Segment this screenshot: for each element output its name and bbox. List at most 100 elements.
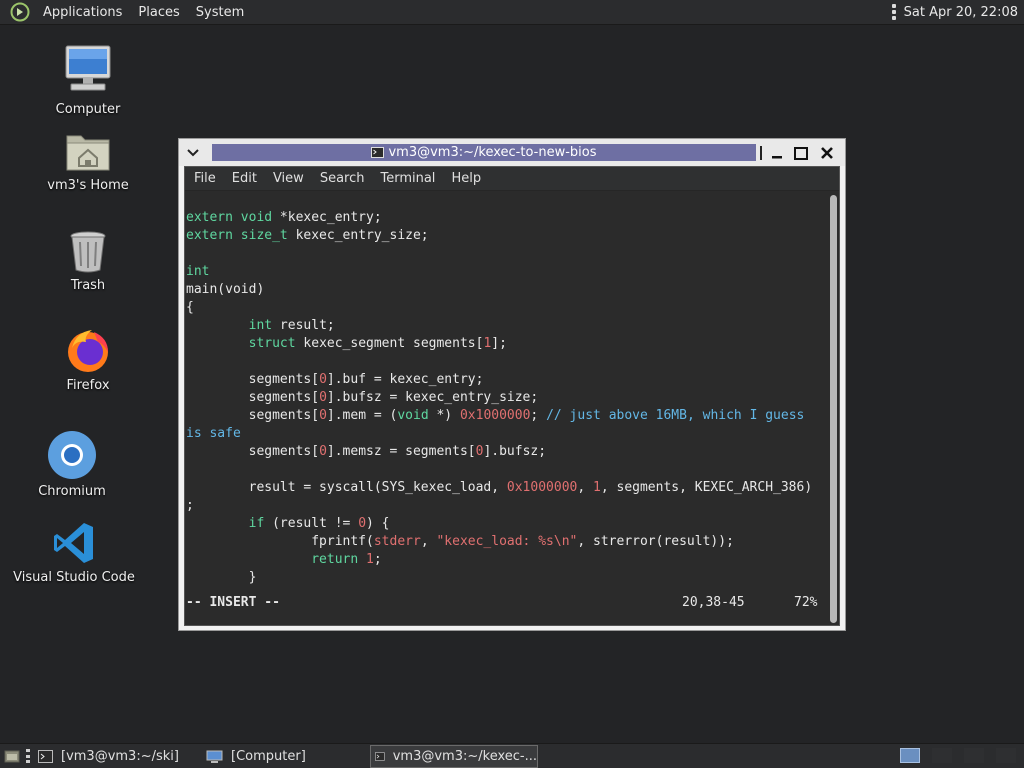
- system-menu[interactable]: System: [188, 0, 252, 25]
- code-token: int: [186, 264, 210, 279]
- mate-logo-icon[interactable]: [10, 2, 30, 22]
- code-token: // just above 16MB, which I guess: [546, 408, 805, 423]
- workspace-1-icon[interactable]: [900, 748, 920, 763]
- titlebar-separator: [757, 143, 765, 163]
- workspace-2-icon[interactable]: [932, 748, 952, 763]
- code-line: result = syscall(SYS_kexec_load, 0x10000…: [185, 479, 828, 497]
- window-title-bar[interactable]: vm3@vm3:~/kexec-to-new-bios: [212, 144, 756, 161]
- terminal-icon: [375, 752, 385, 761]
- desktop-icon-vscode[interactable]: Visual Studio Code: [13, 520, 135, 585]
- terminal-window: vm3@vm3:~/kexec-to-new-bios File Edit Vi…: [178, 138, 846, 631]
- window-title: vm3@vm3:~/kexec-to-new-bios: [388, 145, 597, 160]
- minimize-button[interactable]: [767, 143, 787, 163]
- vim-mode: -- INSERT --: [186, 595, 280, 610]
- code-token: {: [186, 300, 194, 315]
- menu-file[interactable]: File: [185, 167, 224, 191]
- code-token: ].bufsz = kexec_entry_size;: [326, 390, 539, 405]
- code-token: result;: [272, 318, 335, 333]
- scrollbar-thumb[interactable]: [830, 195, 837, 623]
- code-token: ;: [530, 408, 547, 423]
- workspace-3-icon[interactable]: [964, 748, 984, 763]
- code-line: struct kexec_segment segments[1];: [185, 335, 828, 353]
- code-line: extern void *kexec_entry;: [185, 209, 828, 227]
- task-terminal-ski[interactable]: [vm3@vm3:~/ski]: [38, 745, 198, 768]
- places-menu[interactable]: Places: [130, 0, 187, 25]
- terminal-body: File Edit View Search Terminal Help exte…: [184, 166, 840, 626]
- code-line: segments[0].mem = (void *) 0x1000000; //…: [185, 407, 828, 425]
- code-token: segments[: [186, 390, 320, 405]
- code-token: segments[: [186, 408, 320, 423]
- titlebar[interactable]: vm3@vm3:~/kexec-to-new-bios: [179, 139, 845, 166]
- code-token: , strerror(result));: [577, 534, 734, 549]
- code-token: extern size_t: [186, 228, 288, 243]
- minimize-icon: [772, 156, 782, 159]
- code-line: int: [185, 263, 828, 281]
- desktop-icon-computer[interactable]: Computer: [28, 44, 148, 117]
- panel-handle-icon[interactable]: [891, 4, 896, 20]
- code-token: ].buf = kexec_entry;: [326, 372, 484, 387]
- taskbar-handle-icon[interactable]: [26, 749, 30, 763]
- code-token: ) {: [366, 516, 390, 531]
- code-line: return 1;: [185, 551, 828, 569]
- code-token: kexec_entry_size;: [287, 228, 429, 243]
- code-token: ];: [491, 336, 507, 351]
- code-token: %s\n: [538, 534, 570, 549]
- code-token: ;: [373, 552, 382, 567]
- desktop-icon-chromium[interactable]: Chromium: [12, 430, 132, 499]
- code-line: extern size_t kexec_entry_size;: [185, 227, 828, 245]
- code-token: if: [248, 516, 265, 531]
- bottom-panel: [vm3@vm3:~/ski] [Computer] vm3@vm3:~/kex…: [0, 743, 1024, 768]
- code-line: }: [185, 569, 828, 587]
- show-desktop-icon[interactable]: [4, 748, 20, 764]
- code-line: {: [185, 299, 828, 317]
- code-token: segments[: [186, 444, 320, 459]
- desktop-icon-label: Visual Studio Code: [13, 570, 135, 585]
- code-line: segments[0].bufsz = kexec_entry_size;: [185, 389, 828, 407]
- task-computer[interactable]: [Computer]: [206, 745, 366, 768]
- maximize-button[interactable]: [791, 143, 811, 163]
- vim-statusline: -- INSERT -- 20,38-45 72%: [185, 594, 828, 612]
- code-line: main(void): [185, 281, 828, 299]
- task-label: [Computer]: [231, 749, 306, 764]
- code-token: stderr: [373, 534, 421, 549]
- desktop-icon-trash[interactable]: Trash: [28, 228, 148, 293]
- code-line: segments[0].buf = kexec_entry;: [185, 371, 828, 389]
- clock[interactable]: Sat Apr 20, 22:08: [904, 5, 1018, 20]
- computer-icon: [65, 45, 111, 91]
- applications-menu[interactable]: Applications: [35, 0, 130, 25]
- home-folder-icon: [66, 135, 110, 171]
- terminal-icon: [38, 750, 53, 763]
- menu-view[interactable]: View: [265, 167, 312, 191]
- terminal-text-area[interactable]: extern void *kexec_entry; extern size_t k…: [185, 191, 828, 625]
- maximize-icon: [794, 146, 808, 160]
- code-token: ,: [420, 534, 437, 549]
- code-token: 0x1000000: [506, 480, 578, 495]
- menu-search[interactable]: Search: [312, 167, 373, 191]
- terminal-scrollbar[interactable]: [828, 191, 839, 625]
- code-token: 0: [319, 390, 327, 405]
- desktop-icon-label: Chromium: [38, 484, 106, 499]
- code-token: *): [428, 408, 460, 423]
- chevron-down-icon: [187, 148, 199, 156]
- code-token: ,: [577, 480, 594, 495]
- workspace-4-icon[interactable]: [996, 748, 1016, 763]
- menu-terminal[interactable]: Terminal: [372, 167, 443, 191]
- menu-edit[interactable]: Edit: [224, 167, 265, 191]
- close-button[interactable]: [817, 143, 837, 163]
- desktop-icon-firefox[interactable]: Firefox: [28, 326, 148, 393]
- code-line: segments[0].memsz = segments[0].bufsz;: [185, 443, 828, 461]
- code-token: main(void): [186, 282, 265, 297]
- task-terminal-kexec[interactable]: vm3@vm3:~/kexec-...: [370, 745, 538, 768]
- code-token: 0: [319, 444, 327, 459]
- code-token: ].memsz = segments[: [326, 444, 476, 459]
- close-icon: [821, 147, 833, 159]
- menu-help[interactable]: Help: [443, 167, 489, 191]
- code-token: *kexec_entry;: [272, 210, 382, 225]
- desktop-icon-home[interactable]: vm3's Home: [28, 128, 148, 193]
- window-menu-button[interactable]: [179, 139, 207, 166]
- code-token: ].mem = (: [326, 408, 398, 423]
